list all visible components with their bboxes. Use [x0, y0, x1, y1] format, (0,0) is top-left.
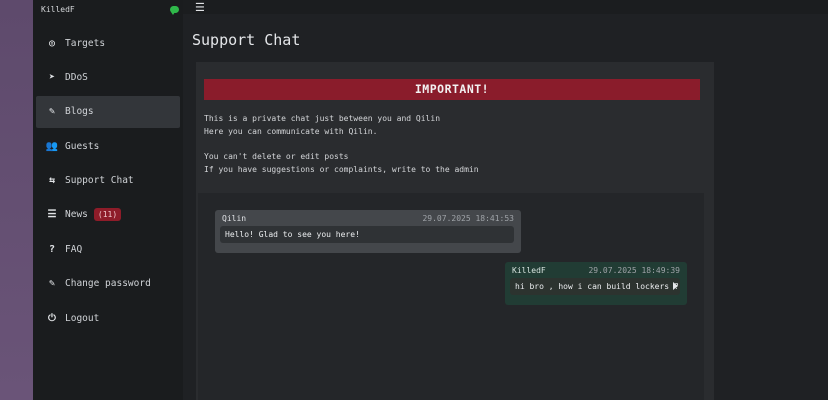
username: KilledF [41, 5, 75, 14]
message-outgoing: KilledF 29.07.2025 18:49:39 hi bro , how… [505, 262, 687, 305]
important-banner: IMPORTANT! [204, 79, 700, 100]
message-header: KilledF 29.07.2025 18:49:39 [510, 266, 682, 275]
message-header: Qilin 29.07.2025 18:41:53 [220, 214, 516, 223]
sidebar-item-faq[interactable]: ? FAQ [36, 233, 180, 265]
message-time: 29.07.2025 18:49:39 [588, 266, 680, 275]
sidebar-item-label: Guests [65, 140, 100, 152]
chat-bubble-icon[interactable] [170, 6, 179, 15]
sidebar-item-targets[interactable]: ◎ Targets [36, 27, 180, 59]
menu-icon[interactable]: ☰ [195, 1, 205, 14]
sidebar-item-label: News [65, 209, 88, 221]
sidebar-item-guests[interactable]: 👥 Guests [36, 130, 180, 162]
edit-icon: ✎ [48, 278, 56, 290]
message-list: Qilin 29.07.2025 18:41:53 Hello! Glad to… [198, 193, 704, 400]
sidebar-item-label: Support Chat [65, 175, 134, 187]
question-icon: ? [48, 243, 56, 255]
message-time: 29.07.2025 18:41:53 [422, 214, 514, 223]
sidebar: KilledF ◎ Targets ➤ DDoS ✎ Blogs 👥 Guest… [33, 0, 183, 400]
notice-line: If you have suggestions or complaints, w… [204, 165, 479, 174]
notice-line: Here you can communicate with Qilin. [204, 127, 378, 136]
notice-line: This is a private chat just between you … [204, 114, 441, 123]
message-author: Qilin [222, 214, 247, 223]
sidebar-item-ddos[interactable]: ➤ DDoS [36, 61, 180, 93]
sidebar-item-label: DDoS [65, 71, 88, 83]
chat-panel: IMPORTANT! This is a private chat just b… [196, 62, 714, 400]
blog-icon: ✎ [48, 106, 56, 118]
sidebar-header: KilledF [33, 0, 183, 19]
important-notice: IMPORTANT! This is a private chat just b… [204, 62, 704, 184]
message-text-container: hi bro , how i can build lockers ? [510, 278, 680, 295]
cursor-icon [673, 282, 678, 290]
users-icon: 👥 [45, 140, 59, 152]
rocket-icon: ➤ [48, 71, 56, 83]
sidebar-item-news[interactable]: ☰ News (11) [36, 199, 180, 231]
window-edge [0, 0, 33, 400]
message-author: KilledF [512, 266, 546, 275]
sidebar-nav: ◎ Targets ➤ DDoS ✎ Blogs 👥 Guests ⇆ Supp… [33, 27, 183, 334]
sidebar-item-label: Blogs [65, 106, 94, 118]
sidebar-item-label: Targets [65, 37, 106, 49]
support-icon: ⇆ [48, 175, 56, 187]
sidebar-item-change-password[interactable]: ✎ Change password [36, 268, 180, 300]
sidebar-item-support-chat[interactable]: ⇆ Support Chat [36, 165, 180, 197]
message-text: Hello! Glad to see you here! [220, 226, 514, 243]
message-text: hi bro , how i can build lockers ? [515, 282, 679, 291]
power-icon: ⏻ [48, 312, 56, 324]
sidebar-item-label: Change password [65, 278, 151, 290]
sidebar-item-label: FAQ [65, 243, 83, 255]
news-icon: ☰ [47, 209, 57, 221]
top-bar: ☰ [183, 0, 828, 14]
target-icon: ◎ [48, 37, 56, 49]
sidebar-item-logout[interactable]: ⏻ Logout [36, 302, 180, 334]
sidebar-item-blogs[interactable]: ✎ Blogs [36, 95, 180, 128]
message-incoming: Qilin 29.07.2025 18:41:53 Hello! Glad to… [215, 210, 521, 253]
page-title: Support Chat [192, 31, 301, 49]
sidebar-item-label: Logout [65, 312, 100, 324]
news-count-badge: (11) [93, 208, 122, 222]
notice-line: You can't delete or edit posts [204, 152, 349, 161]
